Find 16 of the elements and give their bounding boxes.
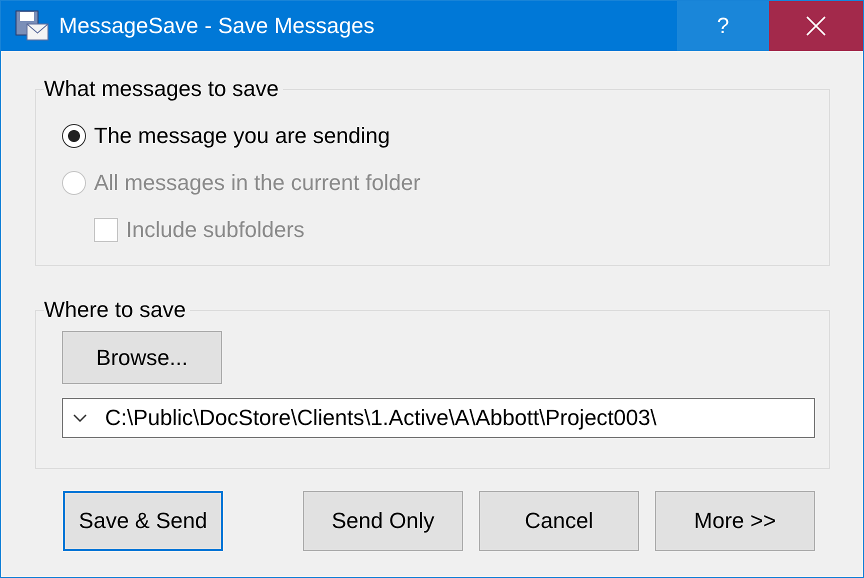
dialog-button[interactable]: More >> (655, 491, 815, 551)
radio-label: All messages in the current folder (94, 170, 420, 196)
browse-button[interactable]: Browse... (62, 331, 222, 384)
floppy-envelope-icon (15, 10, 49, 42)
checkbox-label: Include subfolders (126, 216, 305, 242)
dialog-button[interactable]: Cancel (479, 491, 639, 551)
radio-label: The message you are sending (94, 122, 390, 148)
path-dropdown[interactable]: C:\Public\DocStore\Clients\1.Active\A\Abbott\Project003\ (62, 398, 815, 438)
radio-button[interactable] (62, 124, 86, 148)
help-button[interactable]: ? (677, 1, 769, 51)
close-button[interactable] (769, 1, 863, 51)
close-icon (806, 16, 826, 36)
dialog-button[interactable]: Send Only (303, 491, 463, 551)
window-title: MessageSave - Save Messages (59, 13, 376, 39)
dialog-button[interactable]: Save & Send (63, 491, 223, 551)
chevron-down-icon (73, 414, 87, 422)
